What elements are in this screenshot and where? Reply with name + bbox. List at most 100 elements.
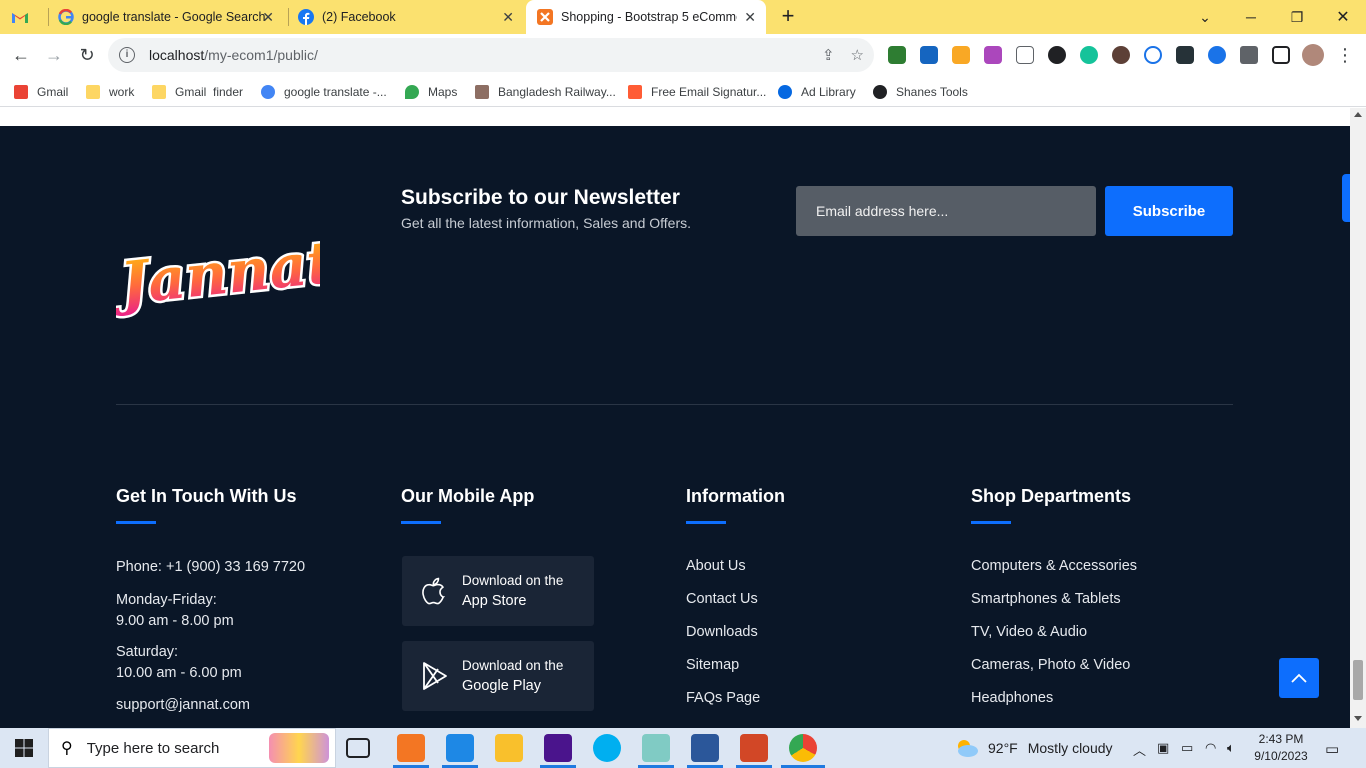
close-window-button[interactable]: ✕	[1320, 0, 1366, 34]
restore-button[interactable]: ❐	[1274, 0, 1320, 34]
google-play-button[interactable]: Download on the Google Play	[402, 641, 594, 711]
gmail-icon	[12, 9, 28, 25]
minimize-button[interactable]: ─	[1228, 0, 1274, 34]
bookmark-google-translate[interactable]: google translate -...	[261, 82, 387, 102]
google-play-text: Download on the Google Play	[462, 658, 564, 694]
side-panel-icon[interactable]	[1272, 46, 1290, 64]
tab-facebook[interactable]: (2) Facebook ✕	[298, 0, 524, 34]
link-faqs[interactable]: FAQs Page	[686, 688, 760, 709]
page-top-strip	[0, 108, 1350, 126]
reload-button[interactable]: ↻	[74, 42, 100, 68]
bookmark-maps[interactable]: Maps	[405, 82, 457, 102]
tab-shopping[interactable]: Shopping - Bootstrap 5 eComme ✕	[526, 0, 766, 34]
taskbar-search-box[interactable]: ⚲ Type here to search	[48, 728, 336, 768]
grammarly-icon[interactable]	[1080, 46, 1098, 64]
back-button[interactable]: ←	[8, 42, 34, 68]
skype-taskbar-icon[interactable]	[593, 734, 621, 762]
app-store-button[interactable]: Download on the App Store	[402, 556, 594, 626]
site-info-icon[interactable]: i	[119, 47, 135, 63]
extensions-puzzle-icon[interactable]	[1240, 46, 1258, 64]
chrome-taskbar-icon[interactable]	[789, 734, 817, 762]
link-downloads[interactable]: Downloads	[686, 622, 758, 643]
link-smartphones[interactable]: Smartphones & Tablets	[971, 589, 1121, 610]
extension-icon[interactable]	[1208, 46, 1226, 64]
forward-button[interactable]: →	[41, 42, 67, 68]
bookmark-star-icon[interactable]: ☆	[851, 46, 864, 64]
bookmark-bangladesh-railway[interactable]: Bangladesh Railway...	[475, 82, 616, 102]
extension-icon[interactable]	[1112, 46, 1130, 64]
gmail-pinned-tab[interactable]	[12, 0, 42, 34]
search-placeholder: Type here to search	[86, 739, 220, 757]
back-to-top-button[interactable]	[1279, 658, 1319, 698]
title-underline	[686, 521, 726, 524]
tab-search-icon[interactable]: ⌄	[1182, 0, 1228, 34]
battery-icon[interactable]: ▭	[1181, 740, 1193, 756]
close-icon[interactable]: ✕	[262, 9, 274, 26]
search-icon[interactable]	[1144, 46, 1162, 64]
tab-separator	[288, 8, 289, 26]
file-explorer-taskbar-icon[interactable]	[495, 734, 523, 762]
page-scrollbar[interactable]	[1350, 108, 1366, 728]
address-bar[interactable]: i localhost/my-ecom1/public/ ⇪ ☆	[108, 38, 874, 72]
extension-icon[interactable]	[1176, 46, 1194, 64]
new-tab-button[interactable]: +	[776, 4, 800, 28]
bookmark-gmail[interactable]: Gmail	[14, 82, 68, 102]
notifications-icon[interactable]: ▭	[1325, 740, 1339, 758]
word-taskbar-icon[interactable]	[691, 734, 719, 762]
vscode-taskbar-icon[interactable]	[446, 734, 474, 762]
bookmark-gmail-finder[interactable]: Gmail finder	[152, 82, 243, 102]
extension-icon[interactable]	[984, 46, 1002, 64]
bookmark-ad-library[interactable]: Ad Library	[778, 82, 856, 102]
browser-tab-strip: google translate - Google Search ✕ (2) F…	[0, 0, 1366, 34]
link-sitemap[interactable]: Sitemap	[686, 655, 739, 676]
jannat-logo[interactable]: Jannat	[116, 222, 320, 322]
google-icon	[58, 9, 74, 25]
extension-icon[interactable]	[888, 46, 906, 64]
weekday-hours: 9.00 am - 8.00 pm	[116, 613, 234, 629]
extension-icon[interactable]	[1048, 46, 1066, 64]
newsletter-subtitle: Get all the latest information, Sales an…	[401, 215, 692, 231]
scroll-down-arrow[interactable]	[1354, 716, 1362, 721]
tab-google-search[interactable]: google translate - Google Search ✕	[58, 0, 284, 34]
site-footer: Jannat Subscribe to our Newsletter Get a…	[0, 126, 1350, 728]
extension-icon[interactable]	[952, 46, 970, 64]
phpstorm-taskbar-icon[interactable]	[544, 734, 572, 762]
taskbar-clock[interactable]: 2:43 PM 9/10/2023	[1250, 731, 1312, 765]
xampp-taskbar-icon[interactable]	[397, 734, 425, 762]
departments-title: Shop Departments	[971, 486, 1132, 506]
powerpoint-taskbar-icon[interactable]	[740, 734, 768, 762]
contact-email[interactable]: support@jannat.com	[116, 695, 250, 716]
scrollbar-thumb[interactable]	[1353, 660, 1363, 700]
link-contact-us[interactable]: Contact Us	[686, 589, 758, 610]
wifi-icon[interactable]: ◠	[1205, 740, 1216, 756]
browser-toolbar: ← → ↻ i localhost/my-ecom1/public/ ⇪ ☆ ⋮	[0, 34, 1366, 76]
bookmarks-bar: Gmail work Gmail finder google translate…	[0, 76, 1366, 107]
newsletter-email-input[interactable]	[796, 186, 1096, 236]
subscribe-button[interactable]: Subscribe	[1105, 186, 1233, 236]
profile-avatar[interactable]	[1302, 44, 1324, 66]
bookmark-shanes-tools[interactable]: Shanes Tools	[873, 82, 968, 102]
link-cameras[interactable]: Cameras, Photo & Video	[971, 655, 1130, 676]
bookmark-email-signature[interactable]: Free Email Signatur...	[628, 82, 766, 102]
bookmark-work[interactable]: work	[86, 82, 134, 102]
start-button[interactable]	[0, 728, 48, 768]
meet-now-icon[interactable]: ▣	[1157, 740, 1169, 756]
side-settings-tab[interactable]	[1342, 174, 1350, 222]
menu-icon[interactable]: ⋮	[1332, 42, 1358, 68]
mail-icon[interactable]	[1016, 46, 1034, 64]
link-about-us[interactable]: About Us	[686, 556, 746, 577]
volume-icon[interactable]: 🔈︎	[1227, 740, 1235, 756]
link-headphones[interactable]: Headphones	[971, 688, 1053, 709]
scroll-up-arrow[interactable]	[1354, 112, 1362, 117]
link-computers[interactable]: Computers & Accessories	[971, 556, 1137, 577]
show-hidden-icons-chevron[interactable]: ︿	[1133, 740, 1146, 759]
link-tv-video-audio[interactable]: TV, Video & Audio	[971, 622, 1087, 643]
close-icon[interactable]: ✕	[502, 9, 514, 26]
extension-icon[interactable]	[920, 46, 938, 64]
app-taskbar-icon[interactable]	[642, 734, 670, 762]
chevron-up-icon	[1291, 673, 1307, 683]
close-icon[interactable]: ✕	[744, 9, 756, 26]
task-view-icon[interactable]	[346, 738, 370, 758]
weather-widget[interactable]: 92°F Mostly cloudy	[954, 738, 1113, 758]
share-icon[interactable]: ⇪	[822, 46, 835, 64]
